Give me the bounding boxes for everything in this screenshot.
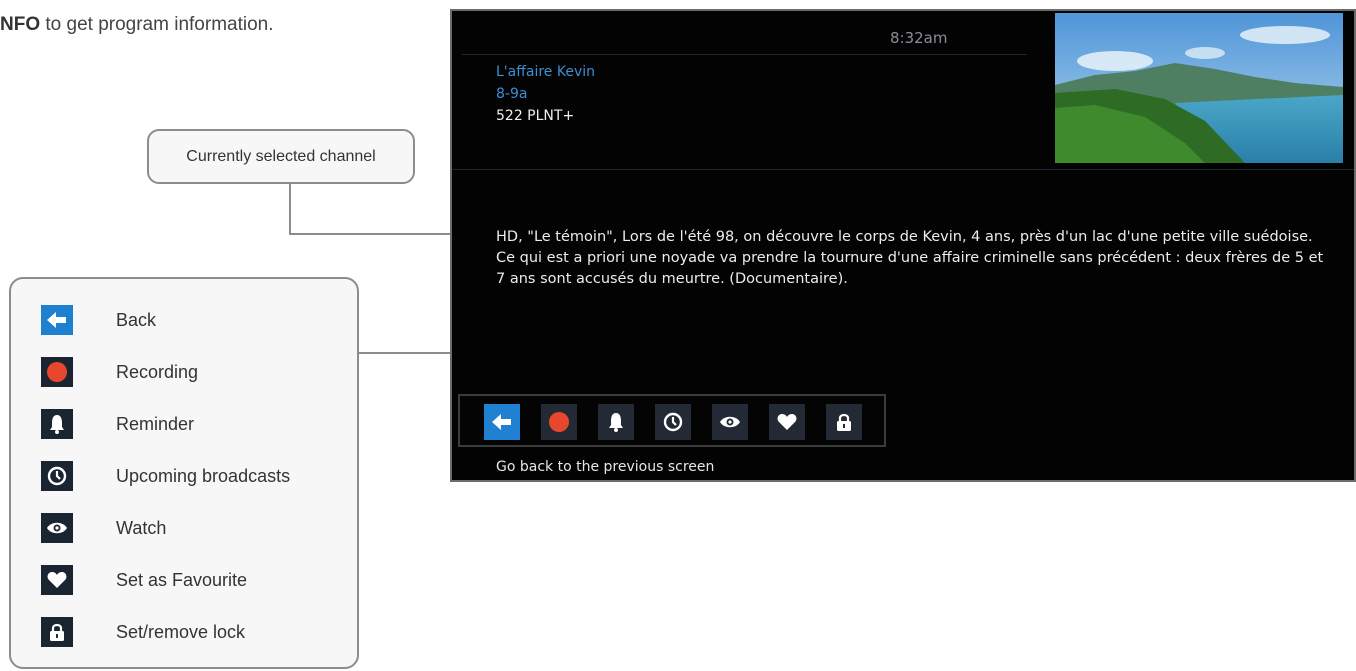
legend-item-watch: Watch [41, 513, 166, 543]
clock-icon [663, 412, 683, 432]
legend-item-lock: Set/remove lock [41, 617, 245, 647]
legend-label: Recording [116, 361, 199, 382]
program-time: 8-9a [496, 86, 528, 102]
legend-label: Set/remove lock [116, 621, 246, 642]
eye-icon [41, 513, 73, 543]
back-arrow-icon [41, 305, 73, 335]
reminder-button[interactable] [598, 404, 634, 440]
legend-label: Upcoming broadcasts [116, 465, 291, 486]
intro-text: NFO to get program information. [0, 14, 274, 35]
back-arrow-icon [492, 414, 511, 430]
legend-label: Watch [116, 517, 167, 538]
divider [462, 54, 1027, 55]
icon-legend: Back Recording Reminder Upcoming broadca… [9, 277, 359, 669]
heart-icon [41, 565, 73, 595]
lock-button[interactable] [826, 404, 862, 440]
status-hint: Go back to the previous screen [496, 459, 715, 475]
legend-item-back: Back [41, 305, 156, 335]
record-icon [549, 412, 569, 432]
callout-selected-channel: Currently selected channel [147, 129, 415, 184]
record-icon [41, 357, 73, 387]
bell-icon [41, 409, 73, 439]
connector-line [289, 233, 476, 235]
lock-icon [837, 413, 851, 431]
divider [452, 169, 1354, 170]
legend-item-favourite: Set as Favourite [41, 565, 247, 595]
callout-label: Currently selected channel [186, 147, 376, 165]
upcoming-broadcasts-button[interactable] [655, 404, 691, 440]
legend-item-reminder: Reminder [41, 409, 194, 439]
program-preview-image [1055, 13, 1343, 163]
action-toolbar [458, 394, 886, 447]
favourite-button[interactable] [769, 404, 805, 440]
program-title: L'affaire Kevin [496, 64, 595, 80]
watch-button[interactable] [712, 404, 748, 440]
tv-program-info-screen: 8:32am L'affaire Kevin 8-9a 522 PLNT+ HD… [450, 9, 1356, 482]
heart-icon [777, 414, 797, 430]
program-description: HD, "Le témoin", Lors de l'été 98, on dé… [496, 229, 1324, 287]
legend-item-upcoming: Upcoming broadcasts [41, 461, 290, 491]
program-channel: 522 PLNT+ [496, 108, 575, 124]
bell-icon [609, 413, 623, 432]
eye-icon [720, 416, 740, 428]
clock-icon [41, 461, 73, 491]
legend-label: Set as Favourite [116, 569, 248, 590]
clock-time: 8:32am [890, 29, 948, 47]
legend-label: Back [116, 309, 157, 330]
connector-line [289, 184, 291, 235]
legend-item-recording: Recording [41, 357, 198, 387]
back-button[interactable] [484, 404, 520, 440]
legend-label: Reminder [116, 413, 195, 434]
record-button[interactable] [541, 404, 577, 440]
lock-icon [41, 617, 73, 647]
